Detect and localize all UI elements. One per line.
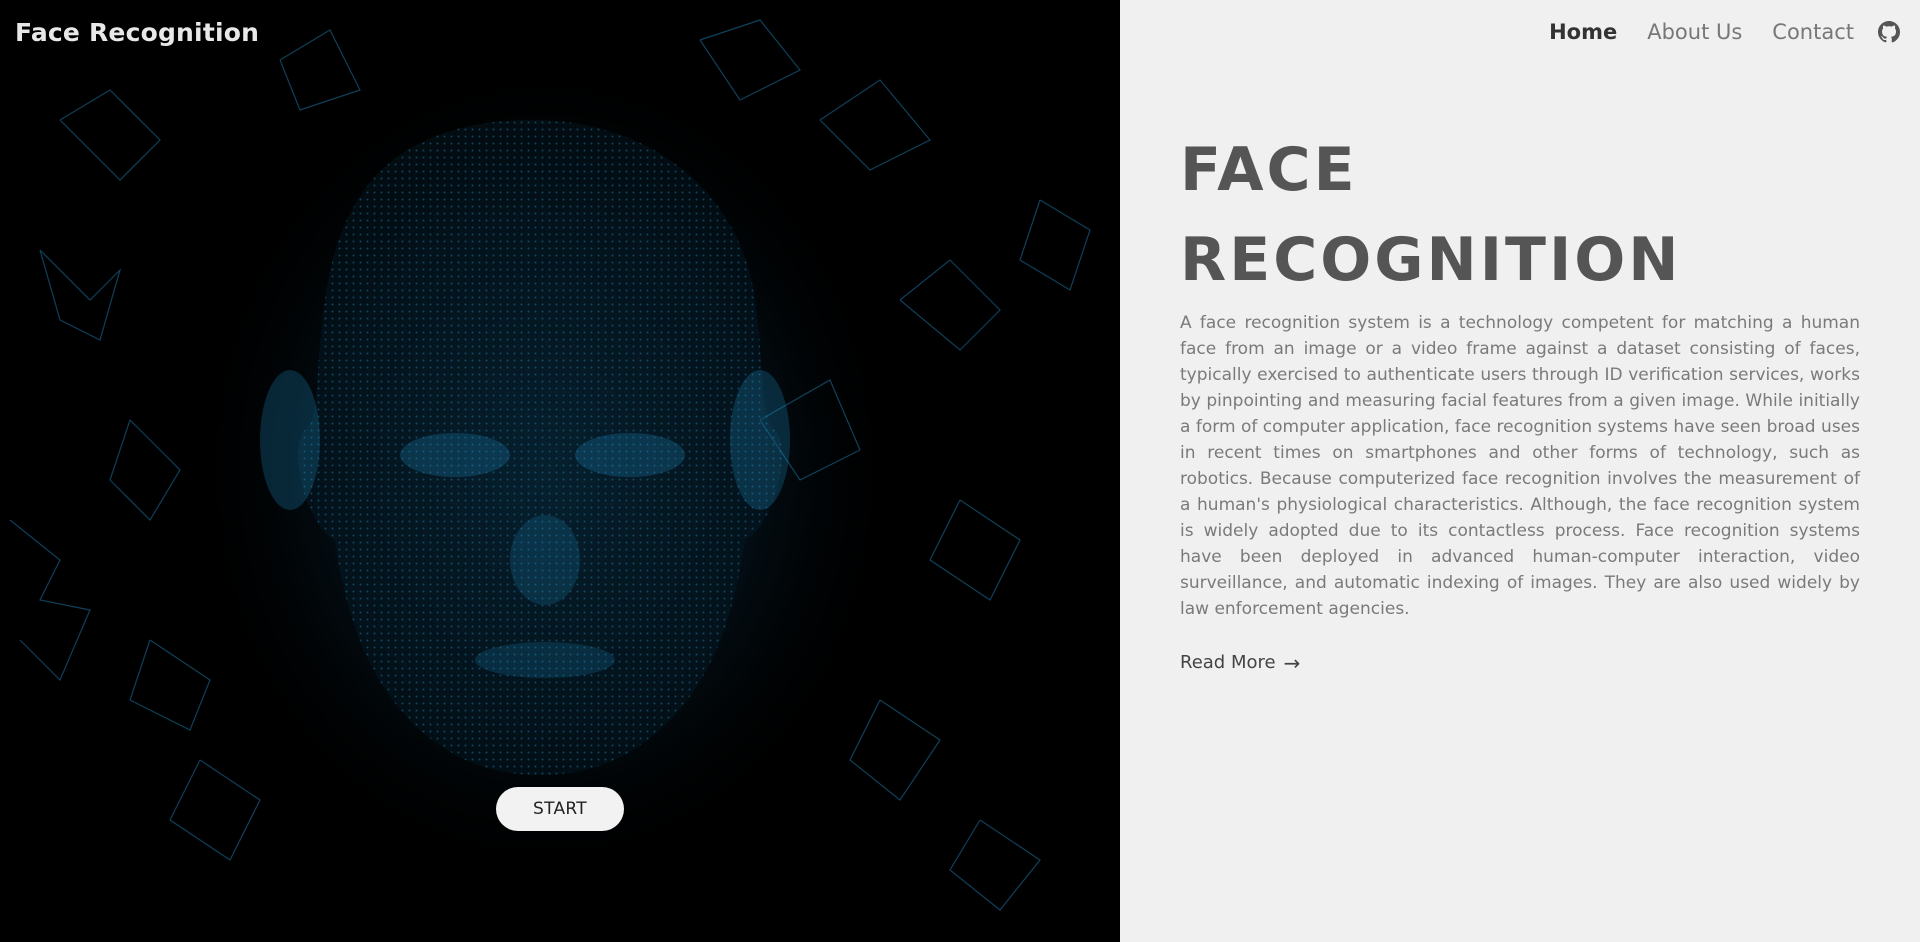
nav-about-link[interactable]: About Us	[1647, 20, 1742, 44]
description-text: A face recognition system is a technolog…	[1180, 313, 1860, 619]
brand-title[interactable]: Face Recognition	[15, 18, 259, 47]
github-icon[interactable]	[1878, 21, 1900, 43]
content-panel: Home About Us Contact FACE RECOGNITION A…	[1120, 0, 1920, 942]
nav-home-link[interactable]: Home	[1549, 20, 1617, 44]
title-line-1: FACE	[1180, 135, 1358, 205]
nav-contact-link[interactable]: Contact	[1772, 20, 1854, 44]
arrow-right-icon: →	[1283, 650, 1301, 675]
start-button[interactable]: START	[496, 787, 624, 831]
read-more-label: Read More	[1180, 652, 1276, 673]
title-line-2: RECOGNITION	[1180, 225, 1682, 295]
page: Face Recognition START Home About Us Con…	[0, 0, 1920, 942]
hero-panel: Face Recognition START	[0, 0, 1120, 942]
page-title: FACE RECOGNITION	[1180, 125, 1682, 305]
read-more-link[interactable]: Read More →	[1180, 652, 1300, 673]
top-nav: Home About Us Contact	[1549, 20, 1900, 44]
